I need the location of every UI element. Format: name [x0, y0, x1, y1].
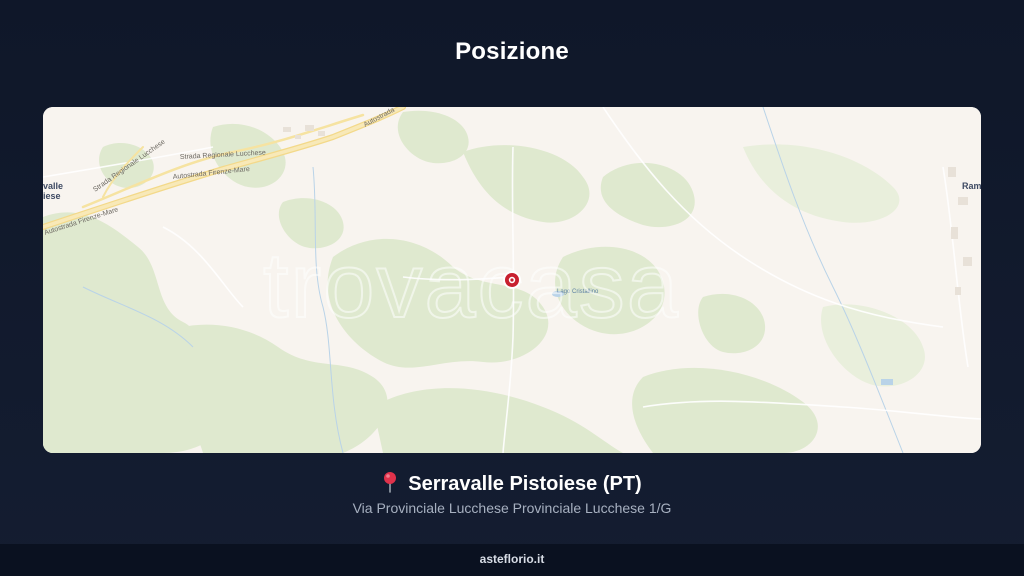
- pond-shape: [881, 379, 893, 385]
- map-pin-icon[interactable]: [503, 271, 521, 289]
- map-canvas[interactable]: Strada Regionale Lucchese Strada Regiona…: [43, 107, 981, 453]
- pushpin-icon: [384, 472, 397, 493]
- location-address: Via Provinciale Lucchese Provinciale Luc…: [352, 500, 672, 516]
- town-label-left-2: iese: [43, 191, 61, 201]
- watermark-logo: trovacasa: [263, 235, 680, 337]
- town-label-left-1: valle: [43, 181, 63, 191]
- location-heading: Serravalle Pistoiese (PT): [0, 471, 1024, 496]
- page: Posizione Strada Regionale Lucchese Stra…: [0, 0, 1024, 576]
- page-title: Posizione: [455, 38, 569, 65]
- town-label-right: Rami: [962, 181, 981, 191]
- footer: asteflorio.it: [0, 544, 1024, 576]
- map-container[interactable]: Strada Regionale Lucchese Strada Regiona…: [43, 107, 981, 453]
- location-name: Serravalle Pistoiese (PT): [408, 473, 642, 495]
- footer-site-link[interactable]: asteflorio.it: [480, 544, 545, 574]
